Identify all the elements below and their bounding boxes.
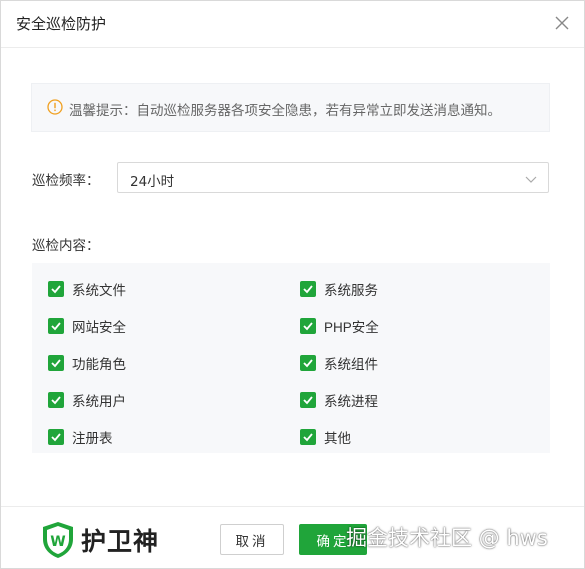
watermark: 掘金技术社区 @ hws <box>346 526 548 550</box>
content-label: 巡检内容： <box>32 238 100 254</box>
check-icon <box>300 429 316 445</box>
check-icon <box>300 318 316 334</box>
notice-text: 温馨提示：自动巡检服务器各项安全隐患，若有异常立即发送消息通知。 <box>69 103 501 119</box>
checkbox-label: 网站安全 <box>72 320 126 335</box>
checkbox-other[interactable]: 其他 <box>300 427 351 447</box>
checkbox-system-components[interactable]: 系统组件 <box>300 353 378 373</box>
checkbox-label: 注册表 <box>72 431 113 446</box>
checkbox-website-security[interactable]: 网站安全 <box>48 316 126 336</box>
dialog-header: 安全巡检防护 <box>1 1 584 48</box>
frequency-label: 巡检频率： <box>32 173 100 189</box>
checkbox-system-users[interactable]: 系统用户 <box>48 390 126 410</box>
check-icon <box>300 392 316 408</box>
checkbox-label: 系统组件 <box>324 357 378 372</box>
checkbox-label: 系统文件 <box>72 283 126 298</box>
notice-box: 温馨提示：自动巡检服务器各项安全隐患，若有异常立即发送消息通知。 <box>31 83 550 132</box>
checkbox-label: 功能角色 <box>72 357 126 372</box>
inspection-dialog: 安全巡检防护 温馨提示：自动巡检服务器各项安全隐患，若有异常立即发送消息通知。 … <box>0 0 585 569</box>
warning-icon <box>47 99 63 115</box>
checkbox-system-services[interactable]: 系统服务 <box>300 279 378 299</box>
checkbox-system-processes[interactable]: 系统进程 <box>300 390 378 410</box>
checkbox-registry[interactable]: 注册表 <box>48 427 113 447</box>
check-icon <box>48 429 64 445</box>
check-icon <box>300 281 316 297</box>
checkbox-label: PHP安全 <box>324 320 379 335</box>
dialog-title: 安全巡检防护 <box>16 15 107 33</box>
checkbox-panel: 系统文件 系统服务 网站安全 PHP安全 功能角色 系统组件 系统用户 系统进程… <box>32 263 550 453</box>
brand-name: 护卫神 <box>81 527 160 556</box>
brand-logo: W 护卫神 <box>41 521 159 559</box>
check-icon <box>48 355 64 371</box>
checkbox-label: 系统服务 <box>324 283 378 298</box>
checkbox-label: 系统用户 <box>72 394 126 409</box>
svg-text:W: W <box>50 534 65 550</box>
check-icon <box>48 392 64 408</box>
checkbox-label: 其他 <box>324 431 351 446</box>
check-icon <box>300 355 316 371</box>
shield-logo-icon: W <box>43 522 73 558</box>
cancel-button[interactable]: 取消 <box>220 524 284 555</box>
check-icon <box>48 281 64 297</box>
close-icon[interactable] <box>553 14 571 32</box>
checkbox-php-security[interactable]: PHP安全 <box>300 316 379 336</box>
check-icon <box>48 318 64 334</box>
chevron-down-icon <box>525 176 537 183</box>
frequency-select[interactable]: 24小时 <box>117 162 549 193</box>
frequency-value: 24小时 <box>130 174 175 190</box>
checkbox-label: 系统进程 <box>324 394 378 409</box>
checkbox-system-files[interactable]: 系统文件 <box>48 279 126 299</box>
checkbox-feature-roles[interactable]: 功能角色 <box>48 353 126 373</box>
